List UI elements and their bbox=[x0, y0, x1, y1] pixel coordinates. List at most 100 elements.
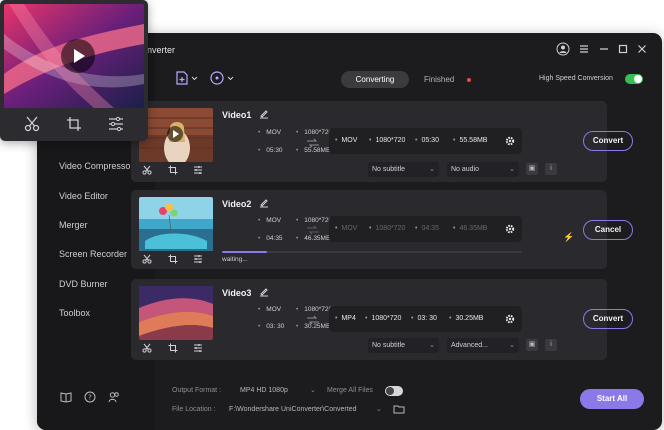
sidebar-item-screen-recorder[interactable]: Screen Recorder bbox=[59, 249, 127, 259]
subtitle-value: No subtitle bbox=[372, 342, 406, 349]
crop-icon[interactable] bbox=[168, 165, 178, 175]
thumbnail-tools bbox=[139, 253, 213, 265]
source-resolution: 1080*720 bbox=[296, 129, 332, 136]
output-duration: 04:35 bbox=[415, 225, 439, 232]
play-button[interactable] bbox=[61, 39, 95, 73]
start-all-button[interactable]: Start All bbox=[580, 389, 644, 409]
settings-gear-icon[interactable] bbox=[505, 314, 515, 324]
effects-icon[interactable] bbox=[193, 343, 203, 353]
status-text: waiting... bbox=[222, 256, 248, 263]
maximize-icon[interactable] bbox=[616, 42, 630, 56]
effects-icon[interactable] bbox=[193, 165, 203, 175]
add-disc-icon[interactable] bbox=[209, 70, 235, 86]
settings-gear-icon[interactable] bbox=[505, 224, 515, 234]
sidebar-item-video-editor[interactable]: Video Editor bbox=[59, 191, 108, 201]
book-icon[interactable] bbox=[59, 390, 73, 404]
rename-icon[interactable] bbox=[259, 109, 269, 119]
trim-icon[interactable] bbox=[142, 343, 152, 353]
play-icon[interactable] bbox=[167, 126, 183, 142]
add-file-icon[interactable] bbox=[175, 70, 199, 86]
status-tabs: Converting Finished bbox=[341, 71, 476, 88]
info-icon[interactable]: i bbox=[545, 163, 557, 175]
sidebar-item-merger[interactable]: Merger bbox=[59, 220, 88, 230]
sidebar-item-toolbox[interactable]: Toolbox bbox=[59, 308, 90, 318]
source-format: MOV bbox=[258, 306, 281, 313]
chevron-down-icon[interactable]: ⌄ bbox=[310, 386, 316, 394]
trim-icon[interactable] bbox=[24, 116, 40, 132]
minimize-icon[interactable] bbox=[597, 42, 611, 56]
lightning-icon: ⚡ bbox=[563, 232, 575, 242]
chevron-down-icon: ⌄ bbox=[429, 342, 435, 349]
toolbar: Converting Finished High Speed Conversio… bbox=[155, 63, 662, 93]
users-icon[interactable] bbox=[107, 390, 121, 404]
info-icon[interactable]: i bbox=[545, 339, 557, 351]
sidebar-item-dvd-burner[interactable]: DVD Burner bbox=[59, 279, 108, 289]
close-icon[interactable] bbox=[635, 42, 649, 56]
audio-dropdown[interactable]: Advanced... ⌄ bbox=[447, 338, 519, 353]
trim-icon[interactable] bbox=[142, 254, 152, 264]
output-duration: 03: 30 bbox=[411, 315, 436, 322]
output-settings: MOV 1080*720 04:35 46.35MB bbox=[329, 216, 522, 242]
output-settings[interactable]: MP4 1080*720 03: 30 30.25MB bbox=[329, 306, 522, 332]
output-size: 55.58MB bbox=[453, 137, 487, 144]
preview-image bbox=[4, 4, 144, 108]
output-format: MOV bbox=[335, 225, 357, 232]
effects-icon[interactable] bbox=[193, 254, 203, 264]
effects-icon[interactable] bbox=[108, 116, 124, 132]
output-resolution: 1080*720 bbox=[365, 315, 401, 322]
tab-finished[interactable]: Finished bbox=[424, 71, 454, 88]
output-format: MOV bbox=[335, 137, 357, 144]
cancel-button[interactable]: Cancel bbox=[583, 220, 633, 240]
convert-button[interactable]: Convert bbox=[583, 131, 633, 151]
source-format: MOV bbox=[258, 129, 281, 136]
trim-icon[interactable] bbox=[142, 165, 152, 175]
convert-arrow-icon bbox=[307, 225, 319, 235]
merge-all-toggle[interactable] bbox=[385, 386, 403, 396]
high-speed-label: High Speed Conversion bbox=[539, 75, 613, 82]
subtitle-editor-icon[interactable]: ▣ bbox=[526, 163, 538, 175]
audio-value: No audio bbox=[451, 166, 480, 173]
subtitle-dropdown[interactable]: No subtitle ⌄ bbox=[368, 162, 439, 177]
preview-tools bbox=[0, 113, 148, 135]
source-duration: 03: 30 bbox=[258, 323, 284, 330]
help-icon[interactable]: ? bbox=[83, 390, 97, 404]
output-resolution: 1080*720 bbox=[369, 137, 405, 144]
video-title: Video1 bbox=[222, 110, 252, 120]
rename-icon[interactable] bbox=[259, 287, 269, 297]
audio-dropdown[interactable]: No audio ⌄ bbox=[447, 162, 519, 177]
crop-icon[interactable] bbox=[168, 343, 178, 353]
convert-button[interactable]: Convert bbox=[583, 309, 633, 329]
rename-icon[interactable] bbox=[259, 198, 269, 208]
folder-icon[interactable] bbox=[393, 404, 405, 414]
svg-text:?: ? bbox=[88, 394, 92, 402]
crop-icon[interactable] bbox=[168, 254, 178, 264]
subtitle-editor-icon[interactable]: ▣ bbox=[526, 339, 538, 351]
output-format-dropdown[interactable]: MP4 HD 1080p bbox=[240, 387, 288, 394]
output-format-label: Output Format : bbox=[172, 387, 222, 394]
notification-dot bbox=[467, 78, 471, 82]
high-speed-toggle[interactable] bbox=[625, 74, 643, 84]
crop-icon[interactable] bbox=[66, 116, 82, 132]
menu-icon[interactable] bbox=[577, 42, 591, 56]
video-title: Video3 bbox=[222, 288, 252, 298]
progress-fill bbox=[222, 251, 267, 253]
file-location-dropdown[interactable]: F:\Wondershare UniConverter\Converted bbox=[229, 406, 356, 413]
subtitle-dropdown[interactable]: No subtitle ⌄ bbox=[368, 338, 439, 353]
tab-converting[interactable]: Converting bbox=[341, 71, 409, 88]
video-thumbnail[interactable] bbox=[139, 197, 213, 251]
chevron-down-icon[interactable]: ⌄ bbox=[376, 405, 382, 413]
source-format: MOV bbox=[258, 217, 281, 224]
settings-gear-icon[interactable] bbox=[505, 136, 515, 146]
chevron-down-icon: ⌄ bbox=[509, 166, 515, 173]
video-title: Video2 bbox=[222, 199, 252, 209]
video-thumbnail[interactable] bbox=[139, 108, 213, 162]
output-format: MP4 bbox=[335, 315, 355, 322]
sidebar-item-video-compressor[interactable]: Video Compressor bbox=[59, 161, 133, 171]
video-thumbnail[interactable] bbox=[139, 286, 213, 340]
audio-value: Advanced... bbox=[451, 342, 488, 349]
merge-all-label: Merge All Files bbox=[327, 387, 373, 394]
account-icon[interactable] bbox=[556, 42, 570, 56]
video-card-1: Video1 MOV 1080*720 05:30 55.58MB MOV 10… bbox=[131, 101, 633, 182]
output-settings[interactable]: MOV 1080*720 05:30 55.58MB bbox=[329, 128, 522, 154]
output-size: 30.25MB bbox=[449, 315, 483, 322]
